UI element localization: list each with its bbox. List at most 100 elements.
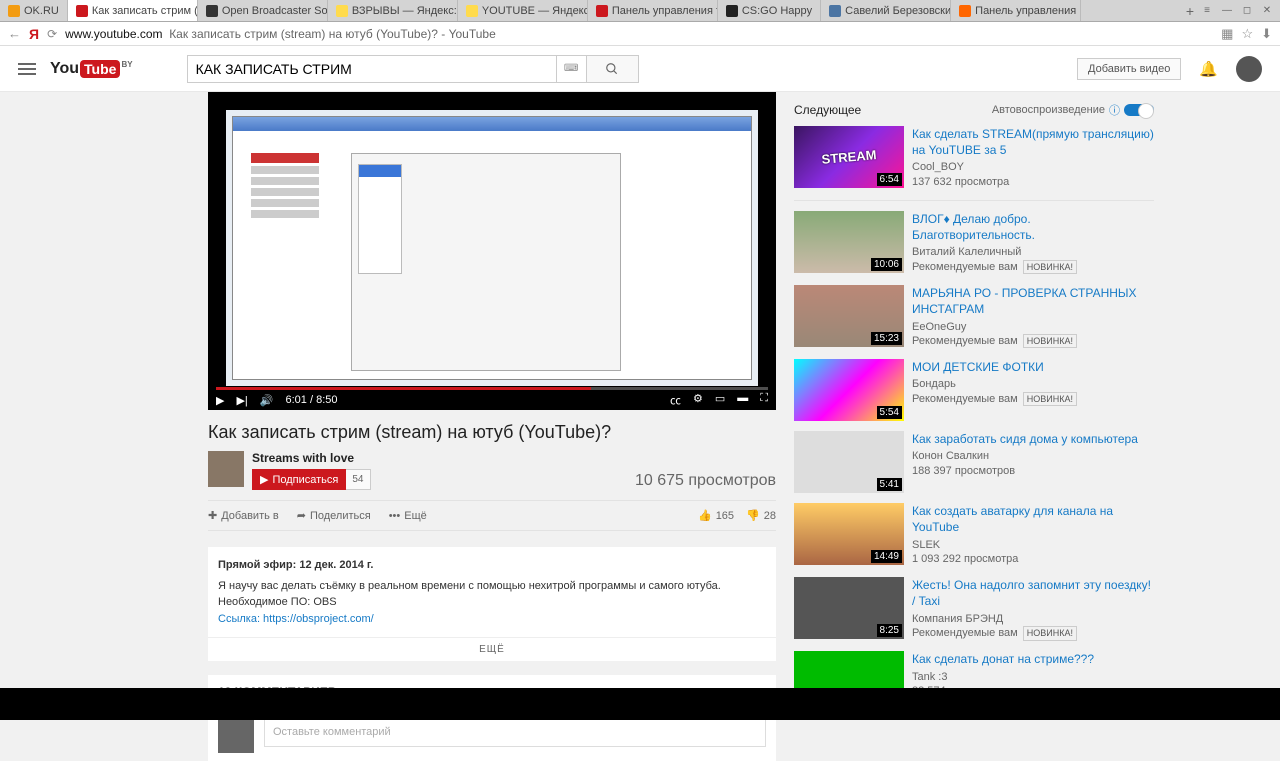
channel-name[interactable]: Streams with love — [252, 451, 627, 465]
rec-channel[interactable]: Компания БРЭНД — [912, 612, 1154, 627]
dislike-button[interactable]: 👎 28 — [746, 509, 776, 522]
back-button[interactable]: ← — [8, 26, 21, 41]
rec-title[interactable]: Как создать аватарку для канала на YouTu… — [912, 503, 1154, 535]
extension-icon[interactable]: ▦ — [1221, 26, 1233, 42]
new-tab-button[interactable]: + — [1186, 3, 1194, 19]
search-button[interactable] — [587, 55, 639, 83]
video-thumbnail[interactable]: STREAM6:54 — [794, 126, 904, 188]
downloads-icon[interactable]: ⬇ — [1261, 26, 1272, 42]
video-thumbnail[interactable]: 5:54 — [794, 359, 904, 421]
rec-channel[interactable]: Cool_BOY — [912, 160, 1154, 175]
recommendation-item[interactable]: 5:41 Как заработать сидя дома у компьютер… — [794, 431, 1154, 493]
keyboard-icon[interactable]: ⌨ — [557, 55, 587, 83]
description-link[interactable]: Ссылка: https://obsproject.com/ — [218, 611, 766, 628]
channel-avatar[interactable] — [208, 451, 244, 487]
rec-meta: 188 397 просмотров — [912, 464, 1138, 479]
browser-menu-icon[interactable]: ≡ — [1200, 4, 1214, 18]
rec-channel[interactable]: Tank :3 — [912, 670, 1094, 685]
rec-meta: 1 093 292 просмотра — [912, 552, 1154, 567]
minimize-icon[interactable]: — — [1220, 4, 1234, 18]
favicon-icon — [336, 5, 348, 17]
rec-title[interactable]: Как заработать сидя дома у компьютера — [912, 431, 1138, 447]
tab-label: Панель управления транс… — [612, 5, 718, 17]
autoplay-toggle[interactable] — [1124, 104, 1154, 116]
yandex-logo-icon[interactable]: Я — [29, 26, 39, 42]
youtube-logo[interactable]: YouTubeBY — [50, 60, 133, 78]
video-thumbnail[interactable]: 10:06 — [794, 211, 904, 273]
upload-button[interactable]: Добавить видео — [1077, 58, 1181, 80]
theater-icon[interactable]: ▬ — [737, 392, 748, 408]
rec-title[interactable]: МАРЬЯНА РО - ПРОВЕРКА СТРАННЫХ ИНСТАГРАМ — [912, 285, 1154, 317]
publish-date: Прямой эфир: 12 дек. 2014 г. — [218, 557, 766, 574]
rec-title[interactable]: Как сделать STREAM(прямую трансляцию) на… — [912, 126, 1154, 158]
rec-channel[interactable]: Виталий Калеличный — [912, 245, 1154, 260]
browser-tab[interactable]: CS:GO Happy — [718, 0, 821, 21]
video-thumbnail[interactable]: 5:41 — [794, 431, 904, 493]
address-bar: ← Я ⟳ www.youtube.com Как записать стрим… — [0, 22, 1280, 46]
url-display[interactable]: www.youtube.com Как записать стрим (stre… — [65, 27, 496, 41]
rec-channel[interactable]: EeOneGuy — [912, 320, 1154, 335]
browser-tab[interactable]: OK.RU — [0, 0, 68, 21]
fullscreen-icon[interactable]: ⛶ — [760, 392, 768, 408]
recommendation-item[interactable]: 15:23 МАРЬЯНА РО - ПРОВЕРКА СТРАННЫХ ИНСТ… — [794, 285, 1154, 349]
rec-title[interactable]: ВЛОГ♦ Делаю добро. Благотворительность. — [912, 211, 1154, 243]
subscriber-count: 54 — [346, 469, 370, 490]
bookmark-icon[interactable]: ☆ — [1241, 26, 1253, 42]
account-avatar[interactable] — [1236, 56, 1262, 82]
video-title: Как записать стрим (stream) на ютуб (You… — [208, 422, 776, 443]
captions-icon[interactable]: ㏄ — [670, 392, 681, 408]
duration-badge: 8:25 — [877, 624, 902, 637]
miniplayer-icon[interactable]: ▭ — [715, 392, 725, 408]
like-button[interactable]: 👍 165 — [698, 509, 734, 522]
favicon-icon — [8, 5, 20, 17]
browser-tab[interactable]: ВЗРЫВЫ — Яндекс: нашл… — [328, 0, 458, 21]
browser-tab[interactable]: Савелий Березовских — [821, 0, 951, 21]
info-icon[interactable]: ⓘ — [1109, 102, 1120, 118]
notifications-icon[interactable]: 🔔 — [1199, 60, 1218, 78]
rec-channel[interactable]: Бондарь — [912, 377, 1077, 392]
reload-button[interactable]: ⟳ — [47, 27, 57, 41]
rec-title[interactable]: МОИ ДЕТСКИЕ ФОТКИ — [912, 359, 1077, 375]
recommendation-item[interactable]: 5:54МОИ ДЕТСКИЕ ФОТКИБондарьРекомендуемы… — [794, 359, 1154, 421]
browser-tab[interactable]: Панель управления — [951, 0, 1081, 21]
video-player[interactable]: ▶ ▶| 🔊 6:01 / 8:50 ㏄ ⚙ ▭ ▬ ⛶ — [208, 92, 776, 410]
subscribe-button[interactable]: ▶ Подписаться — [252, 469, 346, 490]
share-button[interactable]: ➦ Поделиться — [297, 509, 371, 522]
rec-channel[interactable]: SLEK — [912, 538, 1154, 553]
autoplay-label: Автовоспроизведение — [992, 104, 1105, 116]
recommendation-item[interactable]: STREAM6:54Как сделать STREAM(прямую тран… — [794, 126, 1154, 190]
tab-label: CS:GO Happy — [742, 5, 812, 17]
search-input[interactable] — [187, 55, 557, 83]
rec-channel[interactable]: Конон Свалкин — [912, 449, 1138, 464]
rec-title[interactable]: Жесть! Она надолго запомнит эту поездку!… — [912, 577, 1154, 609]
recommendation-item[interactable]: 14:49Как создать аватарку для канала на … — [794, 503, 1154, 567]
tab-label: Савелий Березовских — [845, 5, 951, 17]
rec-title[interactable]: Как сделать донат на стриме??? — [912, 651, 1094, 667]
close-icon[interactable]: ✕ — [1260, 4, 1274, 18]
guide-menu-button[interactable] — [18, 68, 36, 70]
duration-badge: 15:23 — [871, 332, 902, 345]
video-thumbnail[interactable]: 8:25 — [794, 577, 904, 639]
video-frame — [226, 110, 758, 386]
comment-input[interactable]: Оставьте комментарий — [264, 717, 766, 747]
settings-icon[interactable]: ⚙ — [693, 392, 703, 408]
recommendation-item[interactable]: 8:25 Жесть! Она надолго запомнит эту поез… — [794, 577, 1154, 641]
maximize-icon[interactable]: ◻ — [1240, 4, 1254, 18]
browser-tab[interactable]: Open Broadcaster Softwa… — [198, 0, 328, 21]
next-button[interactable]: ▶| — [236, 394, 247, 407]
my-avatar — [218, 717, 254, 753]
tab-label: Open Broadcaster Softwa… — [222, 5, 328, 17]
tab-label: YOUTUBE — Яндекс: наш… — [482, 5, 588, 17]
browser-tab[interactable]: YOUTUBE — Яндекс: наш… — [458, 0, 588, 21]
recommendation-item[interactable]: 10:06ВЛОГ♦ Делаю добро. Благотворительно… — [794, 211, 1154, 275]
video-thumbnail[interactable]: 14:49 — [794, 503, 904, 565]
video-thumbnail[interactable]: 15:23 — [794, 285, 904, 347]
show-more-button[interactable]: ЕЩЁ — [208, 637, 776, 661]
rec-meta: Рекомендуемые вам НОВИНКА! — [912, 260, 1154, 275]
browser-tab[interactable]: Панель управления транс… — [588, 0, 718, 21]
more-actions-button[interactable]: ••• Ещё — [389, 510, 427, 522]
add-to-button[interactable]: ✚ Добавить в — [208, 509, 279, 522]
browser-tab[interactable]: Как записать стрим (st… — [68, 0, 198, 21]
play-button[interactable]: ▶ — [216, 394, 224, 407]
volume-icon[interactable]: 🔊 — [260, 394, 274, 407]
